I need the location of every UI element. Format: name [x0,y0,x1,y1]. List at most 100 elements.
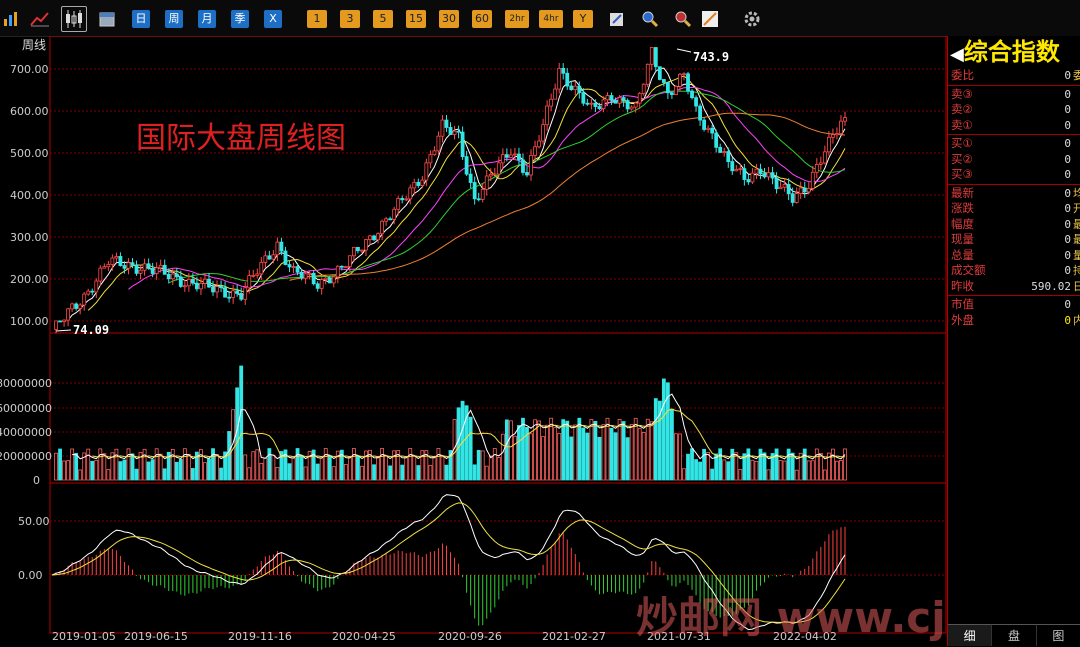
ma-30-line [168,90,846,284]
volume-bar [203,462,207,481]
volume-bar [327,455,332,481]
quote-row: 卖③ 0 [948,87,1080,103]
minute-15-button[interactable]: 15 [406,10,426,28]
volume-bar [114,448,119,481]
candle-body [219,286,223,289]
candle-body [601,99,606,109]
zoom-out-icon[interactable] [673,10,693,28]
period-week-button[interactable]: 周 [165,10,183,28]
quote-row: 幅度 0 最 [948,217,1080,233]
volume-bar [102,453,107,481]
candle-body [416,181,421,186]
calendar-icon[interactable] [97,10,117,28]
volume-bar [690,448,694,481]
volume-bar [360,465,364,481]
candle-body [496,162,501,175]
quote-label: 卖① [951,117,973,132]
volume-bar [694,459,698,481]
period-day-button[interactable]: 日 [132,10,150,28]
candle-body [436,135,441,152]
candle-body [66,308,71,321]
minute-30-button[interactable]: 30 [439,10,459,28]
quote-row: 卖② 0 [948,102,1080,118]
hour-4-button[interactable]: 4hr [539,10,563,28]
gear-icon[interactable] [742,10,762,28]
volume-bar [561,419,566,481]
volume-bar [182,448,187,481]
candle-body [118,256,123,266]
volume-bar [674,433,678,481]
candle-body [154,267,159,274]
edit-icon[interactable] [607,10,627,28]
volume-bar [822,469,827,481]
candle-body [670,92,674,95]
volume-bar [549,417,554,481]
quote-value: 0 [1064,264,1071,277]
candle-body [352,246,356,257]
volume-bar [686,453,690,481]
volume-bar [718,448,723,481]
tab-chart[interactable]: 图 [1036,624,1080,646]
quote-label: 现量 [951,232,974,246]
minute-60-button[interactable]: 60 [472,10,492,28]
candle-body [432,150,437,156]
price-tick-label: 600.00 [10,105,49,118]
candle-body [203,278,207,284]
bar-chart-icon[interactable] [0,10,20,28]
quote-row: 现量 0 最 [948,232,1080,248]
candle-body [98,267,103,282]
draw-line-icon[interactable] [700,10,720,28]
volume-bar [74,453,79,481]
line-chart-icon[interactable] [30,10,50,28]
period-season-button[interactable]: 季 [231,10,249,28]
candle-body [360,249,364,252]
tab-orderbook[interactable]: 盘 [992,624,1037,646]
stock-chart[interactable]: 700.00 600.00 500.00 400.00 300.00 200.00 100.… [0,36,947,646]
volume-bar [774,448,779,481]
candlestick-icon[interactable] [61,6,87,32]
volume-bar [814,448,819,481]
volume-bar [54,452,58,481]
candle-body [674,86,678,95]
quote-label: 市值 [951,297,974,311]
zoom-in-icon[interactable] [640,10,660,28]
volume-bar [766,469,771,481]
volume-bar [428,465,433,481]
minute-1-button[interactable]: 1 [307,10,327,28]
volume-bar [593,420,598,481]
candle-body [190,278,195,284]
candle-body [500,154,505,164]
volume-bar [835,460,839,481]
quote-label: 昨收 [951,278,974,293]
candle-body [211,286,215,293]
period-x-button[interactable]: X [264,10,282,28]
caret-left-icon[interactable]: ◀ [950,44,964,65]
candle-body [150,267,155,274]
minute-5-button[interactable]: 5 [373,10,393,28]
volume-bar [605,417,610,481]
candle-body [533,146,537,156]
period-month-button[interactable]: 月 [198,10,216,28]
candle-body [577,85,582,93]
quote-extra: 最 [1073,217,1080,231]
volume-bar [400,464,405,481]
candle-body [706,127,711,130]
volume-bar [565,420,570,481]
candle-body [428,154,433,164]
candle-body [271,254,276,260]
minute-3-button[interactable]: 3 [340,10,360,28]
hour-2-button[interactable]: 2hr [505,10,529,28]
quote-label: 外盘 [951,312,974,327]
candle-body [754,168,759,174]
volume-bar [251,451,256,481]
volume-bar [432,456,437,481]
volume-bar [794,469,799,481]
volume-bar [78,469,83,481]
tab-detail[interactable]: 细 [948,624,993,646]
candle-body [802,187,807,193]
candle-body [504,154,509,158]
candle-body [839,120,843,134]
volume-bar [343,464,348,481]
y-button[interactable]: Y [573,10,593,28]
volume-bar [106,469,111,481]
